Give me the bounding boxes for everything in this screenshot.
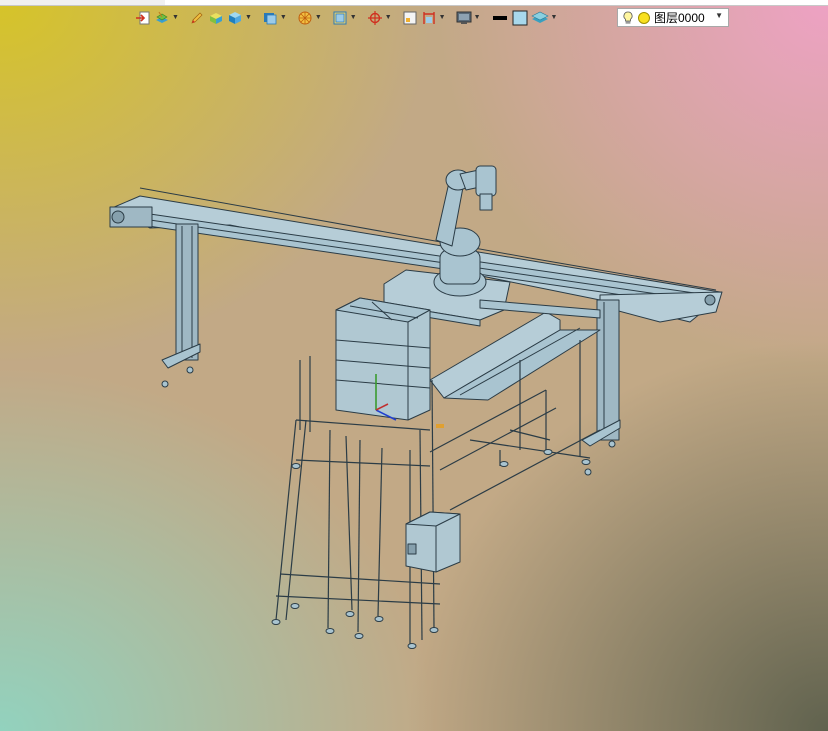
solid-dropdown[interactable]: ▼ [261,8,288,28]
dimension-dropdown[interactable]: ▼ [420,8,447,28]
solid-icon [263,13,277,25]
monitor-dropdown[interactable]: ▼ [455,8,482,28]
chevron-down-icon[interactable]: ▼ [715,11,723,20]
layer-stack-dropdown[interactable]: ▼ [530,8,559,28]
shading-icon [298,11,312,25]
lightbulb-icon[interactable] [622,11,634,25]
chevron-down-icon: ▼ [349,14,357,21]
layers-icon [156,11,168,23]
import-icon [136,11,150,25]
sheet-icon [403,11,417,25]
view-toolbar: ▼ ▼ ▼ ▼ ▼ ▼ ▼ ▼ ▼ [134,7,558,29]
line-color-icon [492,16,507,20]
chevron-down-icon: ▼ [384,14,392,21]
monitor-icon [456,11,472,24]
snap-dropdown[interactable]: ▼ [366,8,393,28]
cad-model-assembly[interactable] [0,0,828,731]
import-button[interactable] [134,8,152,28]
line-color-button[interactable] [490,8,510,28]
fill-color-button[interactable] [511,8,529,28]
chevron-down-icon: ▼ [314,14,322,21]
layer-name: 图层0000 [654,11,705,25]
sheet-button[interactable] [401,8,419,28]
layer-stack-icon [530,11,549,23]
chevron-down-icon: ▼ [244,14,252,21]
chevron-down-icon: ▼ [172,14,179,21]
chevron-down-icon: ▼ [550,14,558,21]
viewport-dropdown[interactable]: ▼ [331,8,358,28]
right-support-leg [581,299,621,476]
viewport-icon [333,11,347,25]
dimension-icon [422,12,435,24]
box-icon [209,13,222,24]
chevron-down-icon: ▼ [279,14,287,21]
fill-color-icon [512,10,527,26]
box-button[interactable] [207,8,225,28]
left-support-leg [161,223,201,388]
chevron-down-icon: ▼ [473,14,481,21]
cube-dropdown[interactable]: ▼ [226,8,253,28]
window-top-strip [0,0,828,6]
snap-icon [367,11,382,25]
pen-button[interactable] [188,8,206,28]
document-tab[interactable] [0,0,165,5]
pen-icon [191,12,203,24]
3d-viewport[interactable]: ▼ ▼ ▼ ▼ ▼ ▼ ▼ ▼ ▼ 图层0000 ▼ [0,0,828,731]
layers-dropdown[interactable]: ▼ [153,8,180,28]
control-box [405,511,461,573]
layer-selector[interactable]: 图层0000 ▼ [617,8,729,27]
sun-icon[interactable] [637,11,651,25]
shading-dropdown[interactable]: ▼ [296,8,323,28]
cube-icon [228,12,241,24]
stacked-crate [335,297,431,421]
chevron-down-icon: ▼ [438,14,446,21]
